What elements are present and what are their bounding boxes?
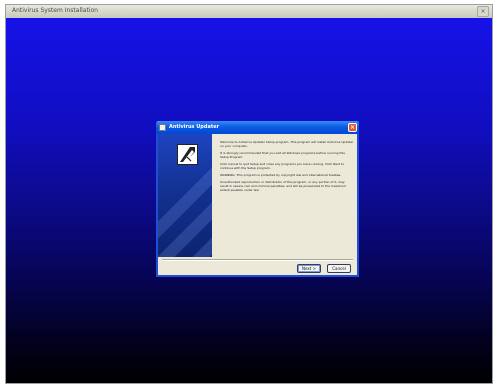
dialog-title: Antivirus Updater: [169, 124, 220, 130]
installer-background: Antivirus Updater × Welcome to Antivirus…: [6, 18, 492, 383]
setup-logo-icon: [177, 144, 198, 165]
close-icon[interactable]: ×: [348, 123, 357, 132]
window-close-button[interactable]: ×: [477, 6, 489, 17]
setup-dialog: Antivirus Updater × Welcome to Antivirus…: [156, 121, 359, 277]
application-window: Antivirus System Installation × Antiviru…: [5, 4, 493, 384]
welcome-text: Welcome to Antivirus Updater Setup progr…: [220, 140, 354, 195]
button-separator: [162, 259, 353, 261]
window-title: Antivirus System Installation: [12, 7, 98, 14]
copyright-paragraph: Unauthorized reproduction or distributio…: [220, 180, 347, 192]
dialog-side-banner: [158, 134, 212, 257]
dialog-titlebar[interactable]: Antivirus Updater ×: [156, 121, 359, 134]
exit-programs-paragraph: It is strongly recommended that you exit…: [220, 151, 345, 159]
window-titlebar[interactable]: Antivirus System Installation ×: [6, 5, 492, 19]
installer-icon: [159, 124, 166, 131]
next-button[interactable]: Next >: [297, 264, 321, 273]
instructions-paragraph: Click Cancel to quit Setup and close any…: [220, 162, 345, 170]
warning-paragraph: WARNING: This program is protected by co…: [220, 173, 342, 177]
cancel-button[interactable]: Cancel: [327, 264, 351, 273]
welcome-paragraph: Welcome to Antivirus Updater Setup progr…: [220, 140, 354, 148]
